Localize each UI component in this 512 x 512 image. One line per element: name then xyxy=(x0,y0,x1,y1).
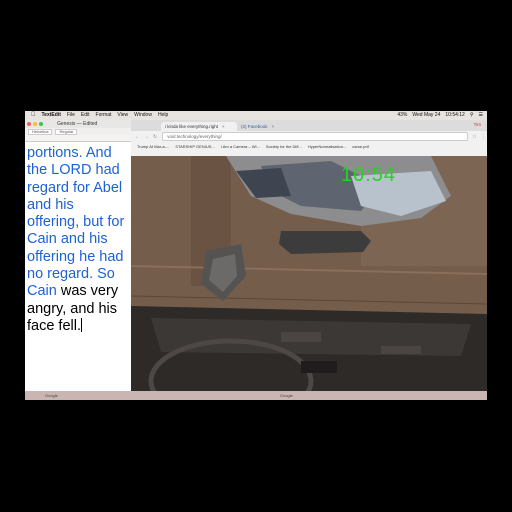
textedit-titlebar[interactable]: Genesis — Edited xyxy=(25,120,131,128)
forward-icon[interactable]: → xyxy=(144,134,149,140)
menu-time[interactable]: 10:54:12 xyxy=(445,111,464,120)
menu-window[interactable]: Window xyxy=(134,111,152,120)
dock: Google Google xyxy=(25,391,487,400)
profile-button[interactable]: Tim xyxy=(474,122,481,127)
menu-edit[interactable]: Edit xyxy=(81,111,90,120)
dock-item[interactable]: Google xyxy=(45,393,58,398)
bookmark-item[interactable]: carse.pdf xyxy=(352,144,368,149)
tab-title: i kinda like everything.right xyxy=(165,124,219,129)
reload-icon[interactable]: ↻ xyxy=(153,134,157,140)
menu-icon[interactable]: ⋮ xyxy=(481,134,486,140)
battery-percent[interactable]: 43% xyxy=(397,111,407,120)
text-cursor xyxy=(81,317,82,332)
close-icon[interactable]: × xyxy=(222,124,225,129)
tab-title: (2) Facebook xyxy=(241,124,268,129)
bookmark-item[interactable]: Society for the Diff... xyxy=(266,144,302,149)
menu-extras: 43% Wed May 24 10:54:12 ⚲ ☰ xyxy=(392,111,483,120)
address-bar-row: ← → ↻ void.technology/everything/ ☆ ⋮ xyxy=(131,131,487,142)
search-icon[interactable]: ⚲ xyxy=(470,111,474,120)
ruler[interactable] xyxy=(25,135,131,142)
bookmark-item[interactable]: Trump At Mar-a-... xyxy=(137,144,169,149)
screen:  TextEdit File Edit Format View Window … xyxy=(25,111,487,400)
close-button[interactable] xyxy=(27,122,31,126)
dock-item[interactable]: Google xyxy=(280,393,293,398)
tab-facebook[interactable]: (2) Facebook × xyxy=(237,122,323,131)
webgl-scene[interactable]: 10:54 xyxy=(131,156,487,400)
menu-bar:  TextEdit File Edit Format View Window … xyxy=(25,111,487,120)
minimize-button[interactable] xyxy=(33,122,37,126)
bookmark-item[interactable]: I Am a Camera – Wi... xyxy=(221,144,260,149)
close-icon[interactable]: × xyxy=(272,124,275,129)
scene-graphics xyxy=(131,156,487,400)
bookmark-item[interactable]: STARSHIP GENIUS... xyxy=(175,144,214,149)
zoom-button[interactable] xyxy=(39,122,43,126)
menu-help[interactable]: Help xyxy=(158,111,168,120)
menu-textedit[interactable]: TextEdit xyxy=(42,111,61,120)
format-toolbar: Helvetica Regular xyxy=(25,128,131,135)
star-icon[interactable]: ☆ xyxy=(472,134,476,140)
apple-icon[interactable]:  xyxy=(31,111,36,120)
bookmark-item[interactable]: HyperNormalisation... xyxy=(308,144,346,149)
bookmarks-bar: Trump At Mar-a-... STARSHIP GENIUS... I … xyxy=(131,142,487,151)
window-title: Genesis — Edited xyxy=(57,121,98,127)
url-input[interactable]: void.technology/everything/ xyxy=(162,132,469,141)
tab-strip: i kinda like everything.right × (2) Faceb… xyxy=(131,120,487,131)
highlighted-text: portions. And the LORD had regard for Ab… xyxy=(27,145,125,300)
browser-chrome: i kinda like everything.right × (2) Faceb… xyxy=(131,120,487,156)
back-icon[interactable]: ← xyxy=(135,134,140,140)
document-text[interactable]: portions. And the LORD had regard for Ab… xyxy=(25,142,131,335)
font-style-select[interactable]: Regular xyxy=(55,129,78,135)
tab-everything[interactable]: i kinda like everything.right × xyxy=(161,122,237,131)
scene-clock: 10:54 xyxy=(341,164,397,186)
textedit-window: Genesis — Edited Helvetica Regular porti… xyxy=(25,120,131,400)
menu-file[interactable]: File xyxy=(67,111,75,120)
menu-view[interactable]: View xyxy=(117,111,128,120)
font-family-select[interactable]: Helvetica xyxy=(28,129,53,135)
menu-date[interactable]: Wed May 24 xyxy=(412,111,440,120)
menu-format[interactable]: Format xyxy=(96,111,112,120)
list-icon[interactable]: ☰ xyxy=(479,111,483,120)
